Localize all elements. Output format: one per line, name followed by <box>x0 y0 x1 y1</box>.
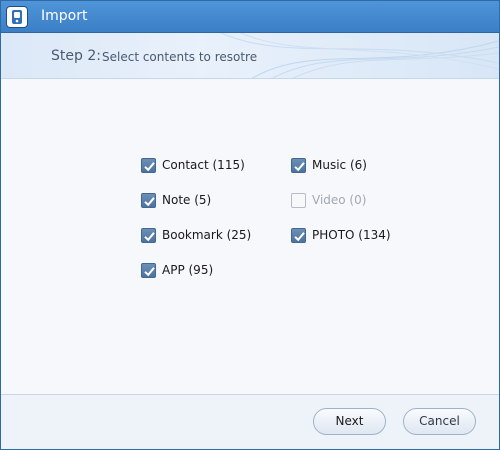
checkbox-bookmark[interactable]: Bookmark (25) <box>141 225 251 245</box>
app-icon <box>6 6 28 28</box>
next-button[interactable]: Next <box>313 408 386 435</box>
checkbox-photo[interactable]: PHOTO (134) <box>291 225 391 245</box>
window-title: Import <box>41 8 88 24</box>
checkbox-checked-icon[interactable] <box>291 157 306 173</box>
checkbox-checked-icon[interactable] <box>291 227 306 243</box>
checkbox-contact[interactable]: Contact (115) <box>141 155 245 175</box>
checkbox-note[interactable]: Note (5) <box>141 190 211 210</box>
checkbox-app[interactable]: APP (95) <box>141 260 213 280</box>
checkbox-checked-icon[interactable] <box>141 262 156 278</box>
checkbox-label: Bookmark (25) <box>162 228 252 242</box>
title-bar[interactable]: Import <box>1 1 499 33</box>
checkbox-checked-icon[interactable] <box>141 227 156 243</box>
step-description: Select contents to resotre <box>102 50 258 64</box>
checkbox-checked-icon[interactable] <box>141 192 156 208</box>
checkbox-label: Music (6) <box>312 158 367 172</box>
checkbox-disabled-icon <box>291 192 306 208</box>
checkbox-checked-icon[interactable] <box>141 157 156 173</box>
checkbox-video: Video (0) <box>291 190 366 210</box>
checkbox-label: Contact (115) <box>162 158 245 172</box>
step-header: Step 2: Select contents to resotre <box>1 33 499 79</box>
footer-bar: Next Cancel <box>1 394 499 449</box>
content-area: Contact (115) Note (5) Bookmark (25) APP… <box>1 80 499 394</box>
checkbox-label: PHOTO (134) <box>312 228 391 242</box>
checkbox-label: APP (95) <box>162 263 214 277</box>
checkbox-music[interactable]: Music (6) <box>291 155 367 175</box>
step-label: Step 2: <box>51 48 101 64</box>
checkbox-label: Video (0) <box>312 193 367 207</box>
import-dialog: Import Step 2: Select contents to resotr… <box>0 0 500 450</box>
checkbox-label: Note (5) <box>162 193 212 207</box>
cancel-button[interactable]: Cancel <box>403 408 476 435</box>
